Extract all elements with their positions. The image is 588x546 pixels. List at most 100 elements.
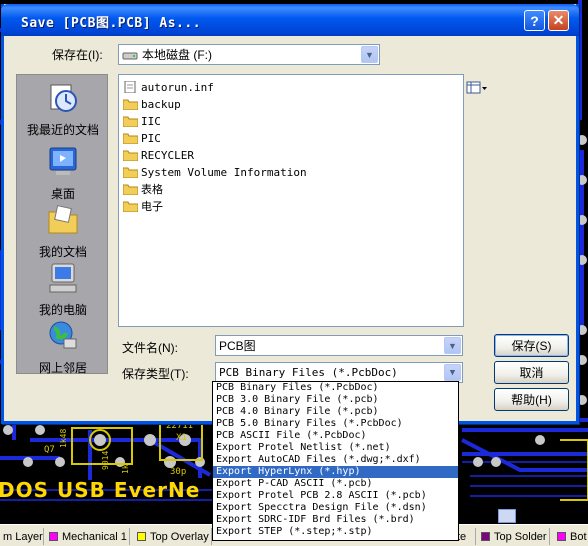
place-my-computer[interactable]: 我的电脑 <box>17 261 109 318</box>
folder-icon <box>123 116 138 127</box>
layer-tab-bottom[interactable]: Bot <box>554 528 588 545</box>
view-menu-icon <box>466 81 487 94</box>
list-item[interactable]: autorun.inf <box>123 79 214 95</box>
list-item[interactable]: RECYCLER <box>123 147 194 163</box>
filetype-option[interactable]: Export Protel Netlist (*.net) <box>213 442 458 454</box>
place-label: 我最近的文档 <box>26 123 99 137</box>
file-name: IIC <box>141 114 161 128</box>
layer-tab-top-solder[interactable]: Top Solder <box>478 528 550 545</box>
help-title-button[interactable]: ? <box>524 10 545 31</box>
place-label: 我的电脑 <box>38 303 87 317</box>
file-name: 表格 <box>141 183 163 196</box>
recent-documents-icon <box>50 84 77 112</box>
layer-scroll-thumb[interactable] <box>498 509 516 523</box>
filetype-option[interactable]: Export P-CAD ASCII (*.pcb) <box>213 478 458 490</box>
place-label: 桌面 <box>50 187 75 201</box>
file-name: RECYCLER <box>141 148 194 162</box>
folder-icon <box>123 201 138 212</box>
filetype-select[interactable]: PCB Binary Files (*.PcbDoc) ▼ <box>215 362 463 383</box>
layer-color-swatch <box>481 532 490 541</box>
chevron-down-icon[interactable]: ▼ <box>361 46 378 63</box>
filename-input[interactable]: PCB图 ▼ <box>215 335 463 356</box>
list-item[interactable]: IIC <box>123 113 161 129</box>
drive-icon <box>122 52 138 59</box>
cancel-button[interactable]: 取消 <box>494 361 569 384</box>
place-my-documents[interactable]: 我的文档 <box>17 203 109 260</box>
save-button-label: 保存(S) <box>511 339 552 353</box>
layer-color-swatch <box>557 532 566 541</box>
file-name: 电子 <box>141 200 163 213</box>
folder-icon <box>123 133 138 144</box>
chevron-down-icon[interactable]: ▼ <box>444 337 461 354</box>
my-documents-icon <box>48 205 78 234</box>
save-as-dialog: Save [PCB图.PCB] As... ? ✕ 保存在(I): 本地磁盘 (… <box>1 4 579 424</box>
list-item[interactable]: 表格 <box>123 181 163 197</box>
filename-value: PCB图 <box>219 339 256 353</box>
place-recent-documents[interactable]: 我最近的文档 <box>17 81 109 138</box>
place-desktop[interactable]: 桌面 <box>17 145 109 202</box>
pcb-label-1k48: 1k48 <box>59 429 68 448</box>
save-button[interactable]: 保存(S) <box>494 334 569 357</box>
layer-tab-label: Bot <box>570 530 587 543</box>
places-bar: 我最近的文档 桌面 我的文档 我的电脑 网上邻居 <box>16 74 109 376</box>
dialog-title: Save [PCB图.PCB] As... <box>21 16 202 31</box>
help-button-label: 帮助(H) <box>511 393 552 407</box>
file-name: autorun.inf <box>141 80 214 94</box>
file-name: PIC <box>141 131 161 145</box>
save-in-combobox[interactable]: 本地磁盘 (F:) ▼ <box>118 44 380 65</box>
dialog-titlebar[interactable]: Save [PCB图.PCB] As... ? ✕ <box>1 4 579 36</box>
pcb-label-x1: X1 <box>176 433 187 443</box>
filetype-option[interactable]: Export Protel PCB 2.8 ASCII (*.pcb) <box>213 490 458 502</box>
pcb-label-30p: 30p <box>170 467 186 477</box>
filetype-option[interactable]: PCB 4.0 Binary File (*.pcb) <box>213 406 458 418</box>
my-computer-icon <box>49 263 77 293</box>
save-in-value: 本地磁盘 (F:) <box>142 48 212 62</box>
filetype-dropdown-list: PCB Binary Files (*.PcbDoc) PCB 3.0 Bina… <box>212 381 459 541</box>
layer-tab-bottom-layer[interactable]: m Layer <box>0 528 44 545</box>
filetype-option[interactable]: PCB ASCII File (*.PcbDoc) <box>213 430 458 442</box>
file-name: System Volume Information <box>141 165 307 179</box>
filetype-label: 保存类型(T): <box>122 367 189 381</box>
layer-tab-label: Mechanical 1 <box>62 530 127 543</box>
help-button[interactable]: 帮助(H) <box>494 388 569 411</box>
filetype-option[interactable]: PCB 3.0 Binary File (*.pcb) <box>213 394 458 406</box>
network-places-icon <box>49 321 77 349</box>
pcb-label-q7: Q7 <box>44 445 55 455</box>
pcb-label-1k: 1k <box>121 464 130 474</box>
list-item[interactable]: backup <box>123 96 181 112</box>
list-item[interactable]: PIC <box>123 130 161 146</box>
save-in-label: 保存在(I): <box>52 48 103 62</box>
layer-tab-label: Top Overlay <box>150 530 209 543</box>
filetype-value: PCB Binary Files (*.PcbDoc) <box>219 366 398 379</box>
layer-tab-top-overlay[interactable]: Top Overlay <box>134 528 212 545</box>
filetype-option-selected[interactable]: Export HyperLynx (*.hyp) <box>213 466 458 478</box>
cancel-button-label: 取消 <box>519 366 544 380</box>
chevron-down-icon[interactable]: ▼ <box>444 364 461 381</box>
question-icon: ? <box>530 12 539 29</box>
filetype-option[interactable]: PCB Binary Files (*.PcbDoc) <box>213 382 458 394</box>
layer-tab-label: Top Solder <box>494 530 547 543</box>
place-label: 我的文档 <box>38 245 87 259</box>
filetype-option[interactable]: Export Specctra Design File (*.dsn) <box>213 502 458 514</box>
file-name: backup <box>141 97 181 111</box>
close-button[interactable]: ✕ <box>548 10 569 31</box>
layer-tab-mechanical-1[interactable]: Mechanical 1 <box>46 528 130 545</box>
dialog-content: 保存在(I): 本地磁盘 (F:) ▼ 我最近的文档 桌面 我的文档 我的电脑 … <box>4 36 576 421</box>
pcb-silkscreen-text: DOS USB EverNe <box>0 478 201 502</box>
list-item[interactable]: System Volume Information <box>123 164 307 180</box>
place-network[interactable]: 网上邻居 <box>17 319 109 376</box>
filename-label: 文件名(N): <box>122 341 178 355</box>
file-list: autorun.inf backup IIC PIC RECYCLER Syst… <box>118 74 464 327</box>
filetype-option[interactable]: Export SDRC-IDF Brd Files (*.brd) <box>213 514 458 526</box>
view-menu-button[interactable] <box>464 78 490 98</box>
list-item[interactable]: 电子 <box>123 198 163 214</box>
folder-icon <box>123 184 138 195</box>
folder-icon <box>123 99 138 110</box>
filetype-option[interactable]: PCB 5.0 Binary Files (*.PcbDoc) <box>213 418 458 430</box>
folder-icon <box>123 150 138 161</box>
place-label: 网上邻居 <box>38 361 87 375</box>
filetype-option[interactable]: Export AutoCAD Files (*.dwg;*.dxf) <box>213 454 458 466</box>
filetype-option[interactable]: Export STEP (*.step;*.stp) <box>213 526 458 538</box>
close-icon: ✕ <box>552 12 565 28</box>
settings-file-icon <box>124 81 136 93</box>
